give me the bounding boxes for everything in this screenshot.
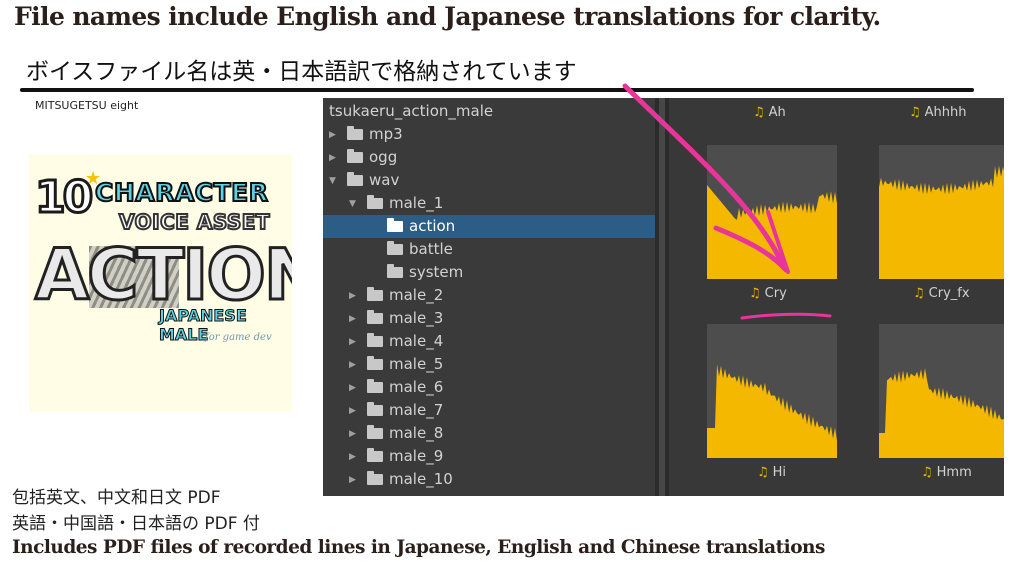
footer-chinese: 包括英文、中文和日文 PDF	[12, 488, 221, 508]
annotation-underline	[740, 312, 832, 320]
footer-japanese: 英語・中国語・日本語の PDF 付	[12, 514, 260, 534]
footer-english: Includes PDF files of recorded lines in …	[12, 537, 825, 558]
